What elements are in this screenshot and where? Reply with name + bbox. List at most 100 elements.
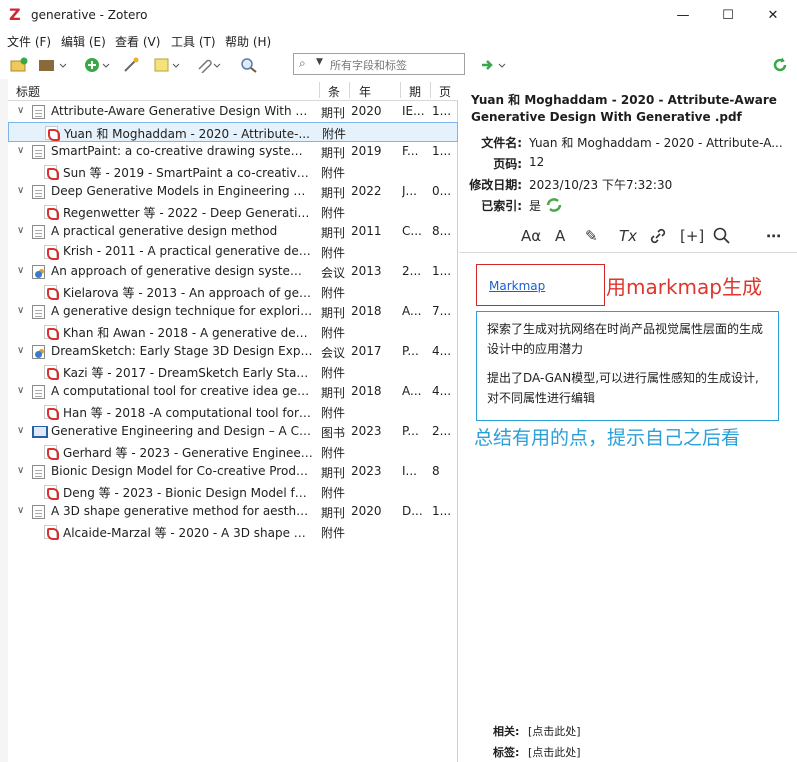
chevron-down-icon[interactable]: ∨ [17,345,24,356]
menu-view[interactable]: 查看 (V) [115,33,160,50]
item-type: 期刊 [321,386,346,400]
table-row[interactable]: ∨ An approach of generative design system… [8,262,458,282]
journal-item-icon [32,465,45,479]
attachment-title: Gerhard 等 - 2023 - Generative Engineeri.… [63,446,313,460]
search-icon[interactable]: ⌕ [299,56,306,71]
attachment-row[interactable]: Kielarova 等 - 2013 - An approach of gen.… [8,282,458,302]
add-attachment-button[interactable] [195,55,225,75]
item-year: 2017 [351,344,382,358]
item-type: 期刊 [321,466,346,480]
column-publication[interactable]: 期 [409,83,421,100]
attachment-type: 附件 [321,366,346,380]
locate-button[interactable] [480,55,510,75]
menu-help[interactable]: 帮助 (H) [225,33,271,50]
attachment-title: Deng 等 - 2023 - Bionic Design Model for.… [63,486,313,500]
close-button[interactable]: ✕ [750,0,796,30]
item-year: 2020 [351,104,382,118]
column-item-type[interactable]: 条 [328,83,340,100]
chevron-down-icon[interactable]: ∨ [17,425,24,436]
filename-value[interactable]: Yuan 和 Moghaddam - 2020 - Attribute-A... [529,134,783,151]
table-row[interactable]: ∨ Generative Engineering and Design – A C… [8,422,458,442]
attachment-row[interactable]: Krish - 2011 - A practical generative de… [8,242,458,262]
chevron-down-icon[interactable]: ∨ [17,225,24,236]
chevron-down-icon[interactable]: ∨ [17,105,24,116]
items-pane: 标题 条 年 期 页 ∨ Attribute-Aware Generative D… [8,79,458,762]
highlight-icon[interactable]: ✎ [585,227,598,245]
table-row[interactable]: ∨ A computational tool for creative idea … [8,382,458,402]
chevron-down-icon[interactable]: ∨ [17,185,24,196]
related-link[interactable]: [点击此处] [528,723,581,739]
pages-label: 页码: [493,157,522,171]
item-publication: C... [402,224,422,238]
minimize-button[interactable]: — [660,0,706,30]
table-row[interactable]: ∨ A 3D shape generative method for aesthe… [8,502,458,522]
more-options-icon[interactable]: ⋯ [766,227,781,245]
item-title: DreamSketch: Early Stage 3D Design Explo… [51,344,313,358]
table-row[interactable]: ∨ A generative design technique for explo… [8,302,458,322]
chevron-down-icon[interactable]: ∨ [17,505,24,516]
modified-value: 2023/10/23 下午7:32:30 [529,178,673,192]
tags-link[interactable]: [点击此处] [528,744,581,760]
attachment-row[interactable]: Alcaide-Marzal 等 - 2020 - A 3D shape ge.… [8,522,458,542]
advanced-search-button[interactable] [240,55,258,75]
insert-citation-icon[interactable]: [+] [680,227,704,245]
markmap-link[interactable]: Markmap [489,279,545,293]
link-icon[interactable] [649,227,667,249]
text-color-icon[interactable]: A [555,227,565,245]
attachment-type: 附件 [321,246,346,260]
note-toolbar: Aα A ✎ Tx [+] ⋯ [459,219,797,253]
search-mode-chevron-down-icon[interactable]: ▼ [316,57,323,67]
menu-file[interactable]: 文件 (F) [7,33,51,50]
new-collection-icon [10,57,28,72]
attachment-row[interactable]: Regenwetter 等 - 2022 - Deep Generative..… [8,202,458,222]
font-format-icon[interactable]: Aα [521,227,541,245]
chevron-down-icon[interactable]: ∨ [17,145,24,156]
attachment-row[interactable]: Gerhard 等 - 2023 - Generative Engineeri.… [8,442,458,462]
attachment-row[interactable]: Sun 等 - 2019 - SmartPaint a co-creative … [8,162,458,182]
chevron-down-icon[interactable]: ∨ [17,385,24,396]
table-row[interactable]: ∨ DreamSketch: Early Stage 3D Design Expl… [8,342,458,362]
item-type: 会议 [321,346,346,360]
menu-tools[interactable]: 工具 (T) [171,33,216,50]
clear-format-icon[interactable]: Tx [619,227,637,245]
table-row[interactable]: ∨ A practical generative design method 期刊 2… [8,222,458,242]
attachment-row[interactable]: Kazi 等 - 2017 - DreamSketch Early Stage … [8,362,458,382]
sync-button[interactable] [772,55,788,75]
column-year[interactable]: 年 [359,83,371,100]
chevron-down-icon[interactable]: ∨ [17,305,24,316]
new-note-button[interactable] [154,55,184,75]
note-summary[interactable]: 探索了生成对抗网络在时尚产品视觉属性层面的生成设计中的应用潜力 提出了DA-GA… [476,311,779,421]
table-row[interactable]: ∨ Deep Generative Models in Engineering D… [8,182,458,202]
chevron-down-icon[interactable]: ∨ [17,465,24,476]
add-by-identifier-button[interactable] [122,55,142,75]
zotero-logo-icon: Z [9,5,21,24]
item-pages: 7... [432,304,452,318]
item-year: 2011 [351,224,382,238]
item-publication: A... [402,384,422,398]
pdf-icon [45,126,60,141]
new-item-button[interactable] [84,55,114,75]
journal-item-icon [32,505,45,519]
menu-edit[interactable]: 编辑 (E) [61,33,106,50]
table-row[interactable]: ∨ Attribute-Aware Generative Design With … [8,102,458,122]
attachment-pane: Yuan 和 Moghaddam - 2020 - Attribute-Awar… [459,79,797,762]
table-row[interactable]: ∨ SmartPaint: a co-creative drawing syste… [8,142,458,162]
attachment-type: 附件 [321,206,346,220]
chevron-down-icon[interactable]: ∨ [17,265,24,276]
attachment-row[interactable]: Han 等 - 2018 -A computational tool for .… [8,402,458,422]
attachment-row[interactable]: Khan 和 Awan - 2018 - A generative desi..… [8,322,458,342]
table-row[interactable]: ∨ Bionic Design Model for Co-creative Pro… [8,462,458,482]
new-collection-button[interactable] [10,55,28,75]
column-pages[interactable]: 页 [439,83,451,100]
pages-value: 12 [529,155,545,169]
reindex-icon[interactable] [545,197,563,217]
search-input[interactable]: ⌕ ▼ 所有字段和标签 [293,53,465,75]
find-icon[interactable] [713,227,731,249]
item-title: A computational tool for creative idea g… [51,384,313,398]
new-library-button[interactable] [38,55,68,75]
attachment-row[interactable]: Deng 等 - 2023 - Bionic Design Model for.… [8,482,458,502]
maximize-button[interactable]: ☐ [705,0,751,30]
item-publication: A... [402,304,422,318]
attachment-row[interactable]: Yuan 和 Moghaddam - 2020 - Attribute-... 附… [8,122,458,142]
column-title[interactable]: 标题 [16,83,40,100]
